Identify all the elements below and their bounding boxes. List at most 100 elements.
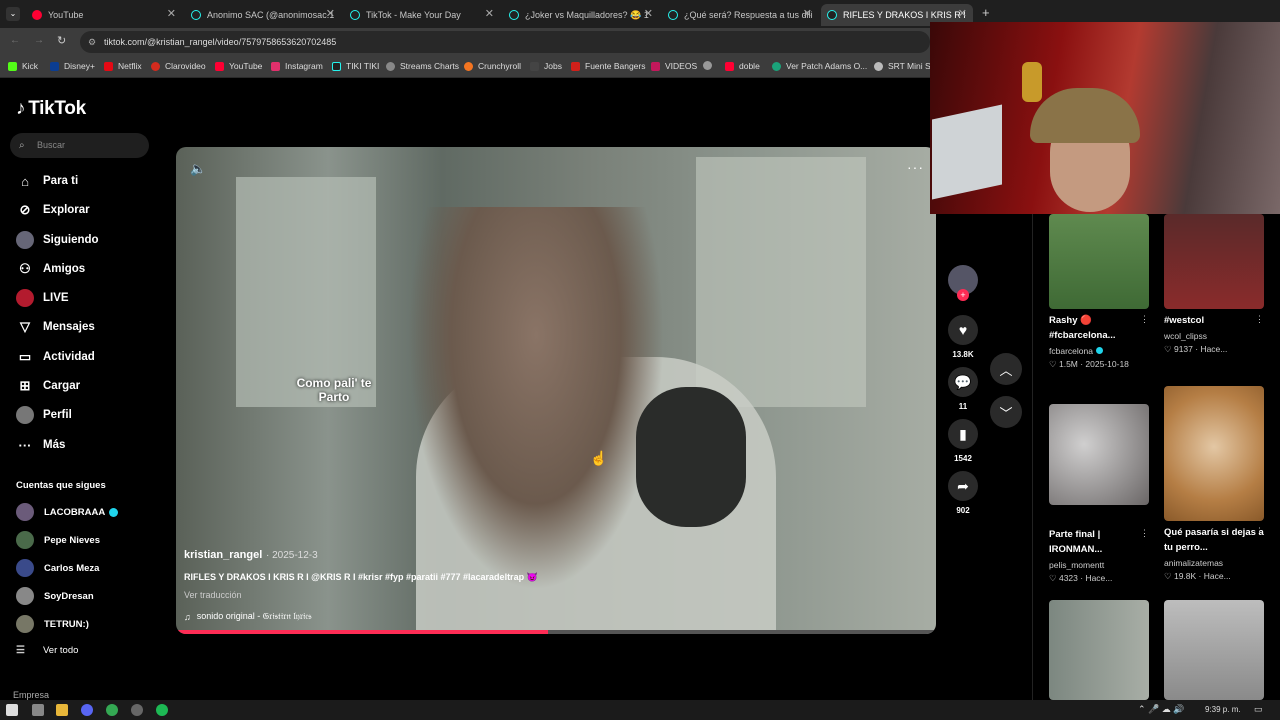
video-title[interactable]: #westcol [1164,313,1266,328]
tab-3[interactable]: ¿Joker vs Maquilladores? 😂 1 ✕ [503,4,659,26]
spotify-icon[interactable] [156,704,168,716]
save-button[interactable]: ▮ 1542 [948,419,978,463]
close-icon[interactable]: ✕ [167,7,176,20]
follow-plus-icon[interactable]: + [957,289,969,301]
recommended-video[interactable] [1049,600,1151,700]
obs-icon[interactable] [131,704,143,716]
see-all-link[interactable]: ☰ Ver todo [16,645,78,656]
nav-siguiendo[interactable]: Siguiendo [16,230,99,250]
video-thumbnail[interactable] [1164,600,1264,700]
site-info-icon[interactable]: ⚙ [88,31,96,53]
chrome-icon[interactable] [106,704,118,716]
video-thumbnail[interactable] [1049,600,1149,700]
taskbar-app-icon[interactable] [32,704,44,716]
bookmark-unnamed[interactable] [703,61,717,70]
video-user[interactable]: fcbarcelona [1049,346,1151,356]
tray-icons[interactable]: ⌃ 🎤 ☁ 🔊 [1138,704,1184,715]
video-title[interactable]: Qué pasaría si dejas a tu perro... [1164,525,1266,555]
tiktok-logo[interactable]: ♪ TikTok [16,98,86,120]
following-account[interactable]: SoyDresan [16,587,94,605]
video-user[interactable]: animalizatemas [1164,558,1266,568]
video-user[interactable]: pelis_momentt [1049,560,1151,570]
video-thumbnail[interactable] [1164,214,1264,309]
more-options-icon[interactable]: ⋮ [1255,314,1264,325]
close-icon[interactable]: ✕ [958,7,967,20]
discord-icon[interactable] [81,704,93,716]
comment-button[interactable]: 💬 11 [948,367,978,411]
forward-icon[interactable]: → [34,35,44,46]
following-account[interactable]: LACOBRAAA [16,503,119,521]
url-input[interactable]: ⚙ tiktok.com/@kristian_rangel/video/7579… [80,31,930,53]
next-video-button[interactable]: ﹀ [990,396,1022,428]
bookmark-kick[interactable]: Kick [8,61,38,71]
nav-amigos[interactable]: ⚇ Amigos [16,259,85,279]
bookmark-tikitiki[interactable]: TIKI TIKI [332,61,379,71]
nav-live[interactable]: LIVE [16,288,69,308]
more-options-icon[interactable]: ⋮ [1140,314,1149,325]
more-options-icon[interactable]: ⋮ [1140,528,1149,539]
video-sound[interactable]: ♫ sonido original - 𝔊𝔯𝔦𝔰𝔱𝔦𝔯𝔫 𝔩𝔶𝔯𝔦𝔠𝔰 [184,611,312,622]
recommended-video[interactable] [1164,600,1266,700]
windows-start-icon[interactable] [6,704,18,716]
close-icon[interactable]: ✕ [644,7,653,20]
previous-video-button[interactable]: ︿ [990,353,1022,385]
search-input[interactable]: ⌕ Buscar [10,133,149,158]
back-icon[interactable]: ← [10,35,20,46]
file-explorer-icon[interactable] [56,704,68,716]
nav-actividad[interactable]: ▭ Actividad [16,347,95,367]
share-button[interactable]: ➦ 902 [948,471,978,515]
more-options-icon[interactable]: ⋮ [1255,526,1264,537]
nav-para-ti[interactable]: ⌂ Para ti [16,171,78,191]
nav-cargar[interactable]: ⊞ Cargar [16,376,81,396]
new-tab-button[interactable]: + [982,5,990,20]
bookmark-videos[interactable]: VIDEOS [651,61,697,71]
video-thumbnail[interactable] [1049,214,1149,309]
close-icon[interactable]: ✕ [326,7,335,20]
following-account[interactable]: Pepe Nieves [16,531,100,549]
bookmark-jobs[interactable]: Jobs [530,61,562,71]
creator-avatar[interactable]: + [948,265,978,301]
translate-link[interactable]: Ver traducción [184,590,242,600]
notification-icon[interactable]: ▭ [1254,704,1263,715]
bookmark-disney[interactable]: Disney+ [50,61,95,71]
tab-2[interactable]: TikTok - Make Your Day ✕ [344,4,500,26]
video-thumbnail[interactable] [1049,404,1149,505]
video-player[interactable]: 🔈 ··· Como pali' te Parto kristian_range… [176,147,936,634]
recommended-video[interactable]: Parte final | IRONMAN... ⋮ pelis_momentt… [1049,404,1151,584]
recommended-video[interactable]: Rashy 🔴 #fcbarcelona... ⋮ fcbarcelona ♡ … [1049,214,1151,370]
following-account[interactable]: TETRUN:) [16,615,89,633]
nav-perfil[interactable]: Perfil [16,405,72,425]
video-title[interactable]: Rashy 🔴 #fcbarcelona... [1049,313,1151,343]
bookmark-clarovideo[interactable]: Clarovideo [151,61,206,71]
clock[interactable]: 9:39 p. m. [1205,705,1241,714]
bookmark-fuente-bangers[interactable]: Fuente Bangers [571,61,645,71]
video-author[interactable]: kristian_rangel [184,549,262,561]
close-icon[interactable]: ✕ [485,7,494,20]
footer-link-empresa[interactable]: Empresa [13,690,49,700]
nav-mas[interactable]: ··· Más [16,435,66,455]
video-title[interactable]: Parte final | IRONMAN... [1049,527,1151,557]
video-thumbnail[interactable] [1164,386,1264,521]
bookmark-doble[interactable]: doble [725,61,760,71]
recommended-video[interactable]: Qué pasaría si dejas a tu perro... ⋮ ani… [1164,386,1266,582]
tab-1[interactable]: Anonimo SAC (@anonimosac.1 ✕ [185,4,341,26]
tab-search-button[interactable]: ⌄ [6,7,20,21]
bookmark-patch-adams[interactable]: Ver Patch Adams O... [772,61,867,71]
volume-icon[interactable]: 🔈 [190,161,206,177]
nav-explorar[interactable]: ⊘ Explorar [16,200,90,220]
like-button[interactable]: ♥ 13.8K [948,315,978,359]
nav-mensajes[interactable]: ▽ Mensajes [16,317,95,337]
more-options-icon[interactable]: ··· [907,159,924,175]
bookmark-crunchyroll[interactable]: Crunchyroll [464,61,521,71]
bookmark-youtube[interactable]: YouTube [215,61,262,71]
reload-icon[interactable]: ↻ [57,34,66,47]
video-user[interactable]: wcol_clipss [1164,331,1266,341]
close-icon[interactable]: ✕ [803,7,812,20]
video-progress-bar[interactable] [176,630,936,634]
recommended-video[interactable]: #westcol ⋮ wcol_clipss ♡ 9137 · Hace... [1164,214,1266,355]
bookmark-srt[interactable]: SRT Mini Se [874,61,935,71]
bookmark-instagram[interactable]: Instagram [271,61,323,71]
tab-0[interactable]: YouTube ✕ [26,4,182,26]
tab-4[interactable]: ¿Qué será? Respuesta a tus dili ✕ [662,4,818,26]
bookmark-netflix[interactable]: Netflix [104,61,142,71]
